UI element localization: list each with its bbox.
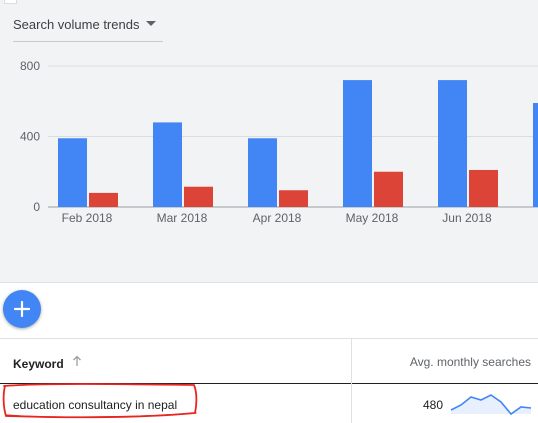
trend-sparkline (450, 394, 532, 416)
bar-blue[interactable] (248, 138, 277, 207)
x-tick-label: Mar 2018 (157, 211, 208, 225)
y-tick-label: 800 (20, 59, 40, 73)
bar-red[interactable] (469, 169, 498, 207)
bar-red[interactable] (374, 171, 403, 207)
arrow-up-icon (73, 355, 81, 366)
section-divider (0, 282, 538, 283)
bar-chart: 0 400 800 Feb 2018 Mar 2018 Apr 2018 May 2018 J… (20, 59, 538, 225)
bar-blue-partial[interactable] (533, 103, 538, 207)
column-header-keyword[interactable]: Keyword (0, 339, 352, 384)
bar-blue[interactable] (153, 122, 182, 207)
keyword-table: Keyword Avg. monthly searches education … (0, 338, 538, 423)
bar-red[interactable] (184, 186, 213, 207)
bar-red[interactable] (279, 190, 308, 207)
table-header: Keyword Avg. monthly searches (0, 338, 538, 384)
sparkline-area (451, 395, 531, 414)
column-header-keyword-label: Keyword (13, 357, 64, 371)
y-tick-label: 400 (20, 130, 40, 144)
x-tick-label: Feb 2018 (62, 211, 113, 225)
plus-icon (14, 301, 30, 317)
bar-blue[interactable] (58, 138, 87, 207)
x-tick-label: Jun 2018 (442, 211, 492, 225)
bar-blue[interactable] (438, 80, 467, 207)
avg-searches-value: 480 (422, 398, 443, 412)
column-header-avg-searches[interactable]: Avg. monthly searches (352, 339, 538, 384)
hand-drawn-highlight (2, 383, 198, 419)
bar-red[interactable] (89, 192, 118, 207)
x-tick-label: May 2018 (346, 211, 399, 225)
x-tick-label: Apr 2018 (253, 211, 302, 225)
chart-panel: Search volume trends 0 400 800 Feb 2018 Mar … (0, 0, 538, 282)
y-tick-label: 0 (33, 200, 40, 214)
add-button[interactable] (3, 290, 41, 328)
column-header-avg-label: Avg. monthly searches (409, 355, 531, 369)
bar-blue[interactable] (343, 80, 372, 207)
